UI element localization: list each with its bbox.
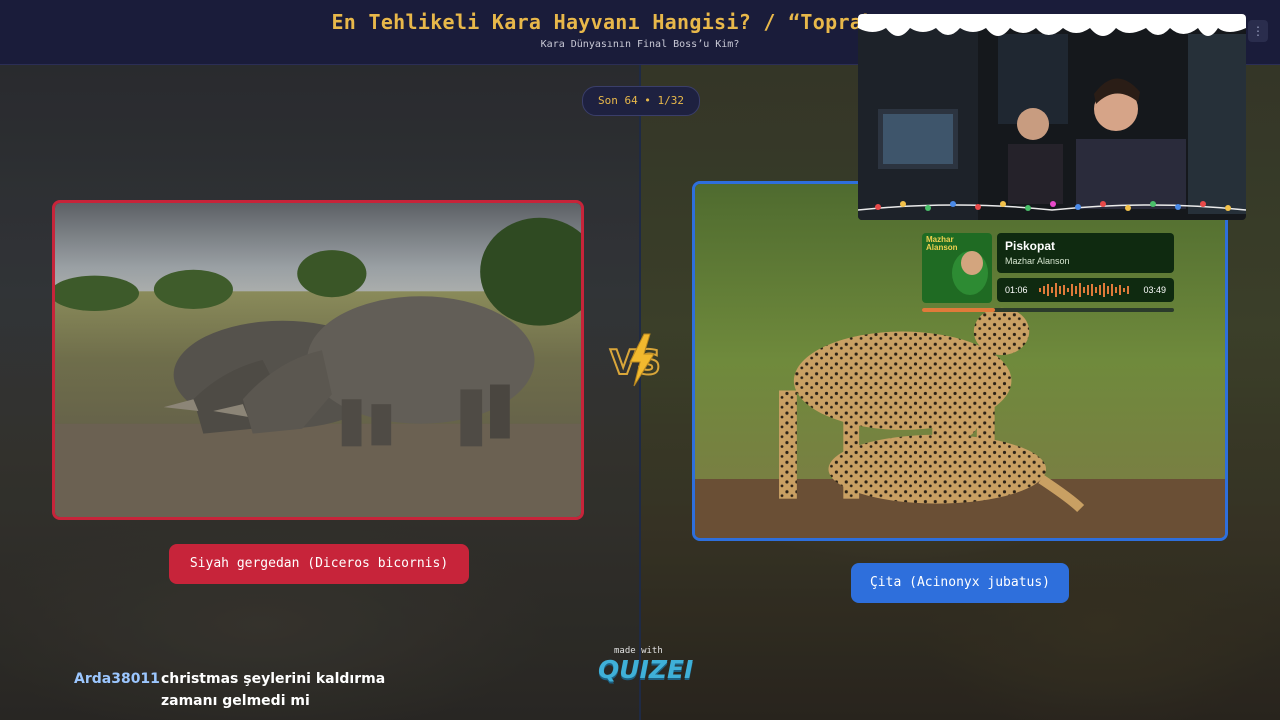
- vs-lightning-icon: VS: [609, 333, 662, 387]
- webcam-overlay: [858, 14, 1246, 220]
- svg-text:VS: VS: [610, 343, 661, 383]
- playback-progress-bar[interactable]: [922, 308, 1174, 312]
- round-indicator: Son 64 • 1/32: [582, 86, 700, 116]
- quizei-logo: QUIZEI: [598, 655, 694, 684]
- webcam-feed: [858, 14, 1246, 220]
- option-card-left[interactable]: [52, 200, 584, 520]
- rhino-photo: [55, 203, 581, 517]
- waveform-icon: [1039, 283, 1129, 297]
- now-playing-widget: Mazhar Alanson Piskopat Mazhar Alanson 0…: [922, 233, 1176, 315]
- chat-text: christmas şeylerini kaldırma zamanı gelm…: [161, 671, 386, 709]
- elapsed-time: 01:06: [1005, 285, 1028, 295]
- song-artist: Mazhar Alanson: [1005, 256, 1070, 266]
- playback-progress-fill: [922, 308, 996, 312]
- album-art-graphic: [952, 251, 988, 295]
- song-title: Piskopat: [1005, 239, 1056, 253]
- chat-username: Arda38011: [74, 671, 160, 687]
- center-divider: [639, 64, 641, 720]
- option-label-right[interactable]: Çita (Acinonyx jubatus): [851, 563, 1069, 603]
- album-cover: Mazhar Alanson: [922, 233, 992, 303]
- total-duration: 03:49: [1143, 285, 1166, 295]
- song-info: Piskopat Mazhar Alanson: [997, 233, 1174, 273]
- option-label-left[interactable]: Siyah gergedan (Diceros bicornis): [169, 544, 469, 584]
- overlay-menu-icon[interactable]: ⋮: [1248, 20, 1268, 42]
- playback-time-row: 01:06 03:49: [997, 278, 1174, 302]
